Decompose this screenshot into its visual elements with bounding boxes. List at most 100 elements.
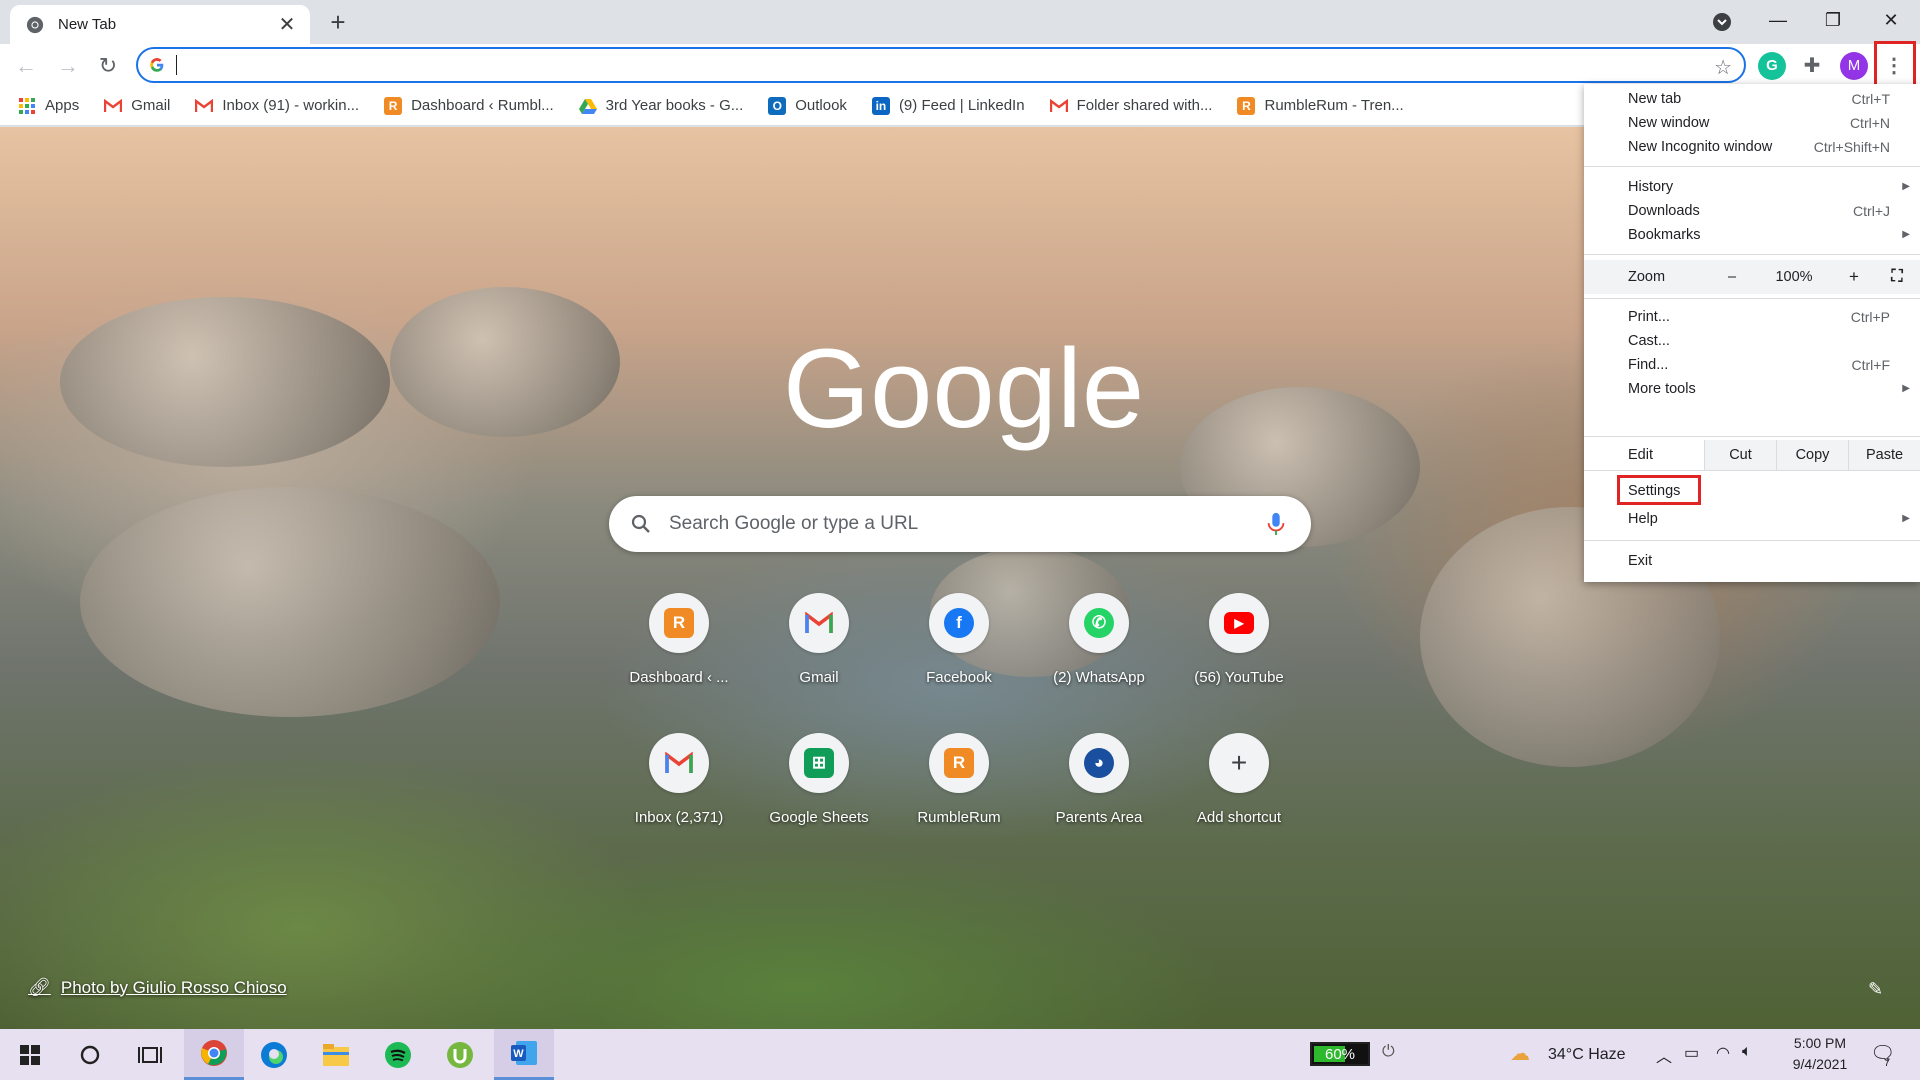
bookmark-star-icon[interactable]: ☆ [1714, 55, 1732, 80]
tab-search-icon[interactable] [1710, 10, 1734, 34]
svg-text:W: W [513, 1048, 524, 1060]
reload-button[interactable]: ↻ [92, 50, 124, 82]
minimize-button[interactable]: — [1755, 6, 1801, 34]
photo-attribution-link[interactable]: 🔗︎ Photo by Giulio Rosso Chioso [28, 977, 287, 998]
show-hidden-icons-chevron-icon[interactable]: ︿ [1656, 1043, 1672, 1067]
wifi-icon[interactable]: ◠ [1716, 1043, 1730, 1063]
shortcut-tile[interactable]: ✆ (2) WhatsApp [1029, 593, 1169, 703]
task-view-icon[interactable] [120, 1029, 180, 1080]
close-window-button[interactable]: ✕ [1868, 6, 1914, 34]
shortcut-tile[interactable]: f Facebook [889, 593, 1029, 703]
bookmark-label: (9) Feed | LinkedIn [898, 97, 1025, 114]
shortcut-icon-circle: R [929, 733, 989, 793]
taskbar-utorrent-icon[interactable] [430, 1029, 490, 1080]
shortcut-tile[interactable]: ⊞ Google Sheets [749, 733, 889, 843]
taskbar-word-icon[interactable]: W [494, 1029, 554, 1080]
shortcut-icon-circle: ▶ [1209, 593, 1269, 653]
extensions-puzzle-icon[interactable]: ✚ [1798, 52, 1826, 80]
shortcut-tile[interactable]: Gmail [749, 593, 889, 703]
search-placeholder: Search Google or type a URL [669, 513, 919, 534]
shortcut-label: RumbleRum [917, 809, 1001, 826]
shortcut-tile[interactable]: R RumbleRum [889, 733, 1029, 843]
bookmark-label: Folder shared with... [1076, 97, 1213, 114]
customize-pencil-icon[interactable]: ✎ [1868, 979, 1883, 1000]
text-caret [176, 55, 177, 75]
bookmark-rumblerum[interactable]: R RumbleRum - Tren... [1237, 96, 1404, 115]
menu-shortcut: Ctrl+Shift+N [1813, 138, 1890, 155]
restore-button[interactable]: ❐ [1810, 6, 1856, 34]
tab-close-icon[interactable]: ✕ [276, 15, 298, 35]
menu-item-more-tools[interactable]: More tools ▶ [1584, 374, 1920, 403]
new-tab-button[interactable]: + [324, 8, 352, 36]
menu-separator [1584, 166, 1920, 167]
bookmark-gmail[interactable]: Inbox (91) - workin... [195, 97, 359, 115]
menu-item-help[interactable]: Help ▶ [1584, 504, 1920, 533]
tab-new-tab[interactable]: New Tab ✕ [10, 5, 310, 44]
cortana-search-icon[interactable] [60, 1029, 120, 1080]
bookmark-gmail[interactable]: Folder shared with... [1049, 97, 1213, 115]
zoom-out-button[interactable]: – [1712, 260, 1752, 294]
search-box[interactable]: Search Google or type a URL [609, 496, 1311, 552]
shortcut-tile[interactable]: R Dashboard ‹ ... [609, 593, 749, 703]
bookmark-label: 3rd Year books - G... [605, 97, 744, 114]
shortcut-tile[interactable]: ◕ Parents Area [1029, 733, 1169, 843]
bookmark-apps-grid[interactable]: Apps [18, 97, 79, 115]
fullscreen-icon[interactable]: ⛶ [1882, 260, 1912, 294]
menu-item-exit[interactable]: Exit [1584, 546, 1920, 575]
menu-shortcut: Ctrl+T [1851, 90, 1891, 107]
background-rock [390, 287, 620, 437]
action-center-icon[interactable]: 🗨︎ [1870, 1041, 1895, 1066]
battery-tray-icon[interactable]: ▭ [1684, 1043, 1699, 1063]
power-plug-icon: ⏻ [1382, 1043, 1395, 1060]
weather-text[interactable]: 34°C Haze [1548, 1046, 1626, 1064]
google-logo-text: Google [783, 327, 1143, 451]
battery-indicator[interactable]: 60% [1310, 1042, 1370, 1066]
taskbar-file-explorer-icon[interactable] [306, 1029, 366, 1080]
volume-icon[interactable]: 🔈︎ [1742, 1043, 1752, 1061]
youtube-icon: ▶ [1224, 612, 1254, 634]
rumblerum-icon: R [384, 96, 403, 115]
shortcut-label: Inbox (2,371) [634, 809, 724, 826]
clock-time[interactable]: 5:00 PM [1786, 1035, 1854, 1051]
back-button[interactable]: ← [10, 50, 42, 82]
search-icon [631, 514, 650, 533]
outlook-icon: O [768, 96, 787, 115]
address-bar[interactable]: ☆ [136, 47, 1746, 83]
paste-button[interactable]: Paste [1848, 440, 1920, 470]
taskbar-spotify-icon[interactable] [368, 1029, 428, 1080]
menu-item-incognito[interactable]: New Incognito window Ctrl+Shift+N [1584, 132, 1920, 161]
shortcut-label: Facebook [926, 669, 992, 686]
shortcut-tile[interactable]: ▶ (56) YouTube [1169, 593, 1309, 703]
toolbar: ← → ↻ ☆ G ✚ M ⋮ [0, 44, 1920, 86]
menu-label: Print... [1628, 308, 1670, 325]
grammarly-icon[interactable]: G [1758, 52, 1786, 80]
menu-item-bookmarks[interactable]: Bookmarks ▶ [1584, 220, 1920, 249]
clock-date[interactable]: 9/4/2021 [1782, 1056, 1858, 1072]
bookmark-rumblerum[interactable]: R Dashboard ‹ Rumbl... [384, 96, 554, 115]
background-rock [80, 487, 500, 717]
weather-haze-icon[interactable]: ☁ [1510, 1041, 1530, 1066]
cut-button[interactable]: Cut [1704, 440, 1776, 470]
forward-button[interactable]: → [52, 50, 84, 82]
menu-button-highlight-box [1874, 41, 1916, 87]
rumblerum-icon: R [664, 608, 694, 638]
bookmark-outlook[interactable]: O Outlook [768, 96, 847, 115]
zoom-in-button[interactable]: + [1834, 260, 1874, 294]
bookmark-google-drive[interactable]: 3rd Year books - G... [578, 97, 744, 115]
linkedin-icon: in [871, 96, 890, 115]
menu-separator [1584, 436, 1920, 437]
menu-shortcut: Ctrl+F [1851, 356, 1891, 373]
google-logo: Google [783, 327, 1143, 451]
copy-button[interactable]: Copy [1776, 440, 1848, 470]
bookmark-linkedin[interactable]: in (9) Feed | LinkedIn [871, 96, 1025, 115]
windows-start-icon[interactable] [0, 1029, 60, 1080]
voice-search-icon[interactable] [1265, 512, 1287, 536]
taskbar-edge-icon[interactable] [244, 1029, 304, 1080]
profile-avatar[interactable]: M [1840, 52, 1868, 80]
plus-icon: + [1230, 747, 1248, 778]
shortcut-icon-circle: ◕ [1069, 733, 1129, 793]
shortcut-tile[interactable]: + Add shortcut [1169, 733, 1309, 843]
shortcut-tile[interactable]: Inbox (2,371) [609, 733, 749, 843]
taskbar-chrome-icon[interactable] [184, 1029, 244, 1080]
bookmark-gmail[interactable]: Gmail [104, 97, 170, 115]
